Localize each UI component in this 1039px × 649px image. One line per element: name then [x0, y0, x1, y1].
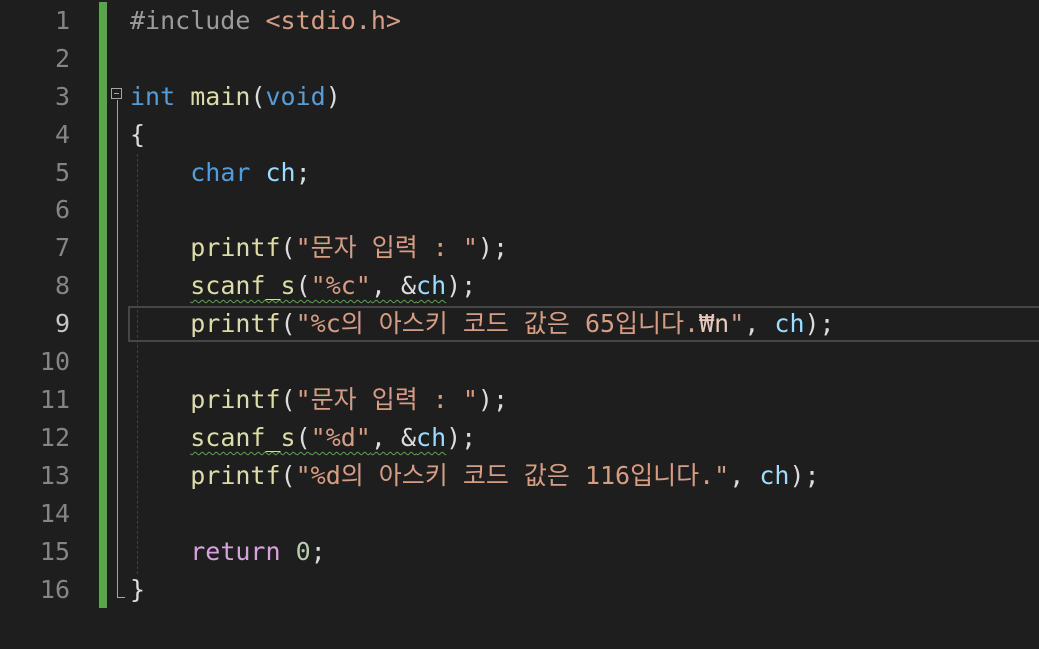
code-line[interactable]: printf("문자 입력 : ");	[130, 229, 508, 267]
code-line[interactable]: int main(void)	[130, 78, 341, 116]
string-literal: "	[729, 309, 745, 338]
punctuation: );	[477, 233, 509, 262]
function-call: printf	[190, 309, 281, 338]
include-header: <stdio.h>	[265, 6, 401, 35]
string-literal: "%d"	[310, 423, 371, 452]
punctuation: ;	[295, 158, 311, 187]
line-number: 8	[54, 271, 70, 300]
punctuation: (	[280, 309, 296, 338]
line-number: 15	[39, 537, 70, 566]
function-call: printf	[190, 385, 281, 414]
punctuation: )	[325, 82, 341, 111]
keyword: void	[265, 82, 326, 111]
punctuation: , &	[370, 271, 417, 300]
warning-squiggle[interactable]: scanf_s("%c", &ch	[190, 271, 446, 300]
code-line[interactable]: char ch;	[130, 154, 311, 192]
indent-guide	[137, 154, 138, 574]
variable: ch	[759, 461, 790, 490]
code-editor[interactable]: 1 2 3 4 5 6 7 8 9 10 11 12 13 14 15 16 #…	[0, 0, 1039, 649]
string-literal: "문자 입력 : "	[295, 233, 478, 262]
line-number: 11	[39, 385, 70, 414]
function-name: main	[190, 82, 251, 111]
punctuation: );	[789, 461, 820, 490]
string-literal: "%c"	[310, 271, 371, 300]
keyword: return	[190, 537, 281, 566]
punctuation: );	[477, 385, 509, 414]
punctuation: , &	[370, 423, 417, 452]
line-number: 14	[39, 499, 70, 528]
function-call: printf	[190, 233, 281, 262]
function-call: printf	[190, 461, 281, 490]
function-call: scanf_s	[190, 271, 296, 300]
punctuation: (	[280, 233, 296, 262]
punctuation: (	[295, 423, 311, 452]
preprocessor-directive: #include	[130, 6, 251, 35]
code-line[interactable]: printf("문자 입력 : ");	[130, 381, 508, 419]
change-tracking-bar	[99, 2, 107, 608]
keyword: char	[190, 158, 251, 187]
punctuation: (	[280, 461, 296, 490]
collapse-toggle-icon[interactable]	[111, 88, 122, 99]
line-number: 1	[54, 6, 70, 35]
keyword: int	[130, 82, 176, 111]
line-number: 5	[54, 158, 70, 187]
line-number: 12	[39, 423, 70, 452]
line-number: 10	[39, 347, 70, 376]
line-number: 7	[54, 233, 70, 262]
code-line[interactable]: scanf_s("%c", &ch);	[130, 267, 476, 305]
line-number: 16	[39, 575, 70, 604]
fold-region-end	[117, 597, 125, 598]
punctuation: );	[446, 271, 477, 300]
close-brace: }	[130, 575, 146, 604]
variable: ch	[416, 423, 447, 452]
number-literal: 0	[295, 537, 311, 566]
code-line[interactable]: #include <stdio.h>	[130, 2, 401, 40]
open-brace: {	[130, 120, 146, 149]
code-line[interactable]: printf("%d의 아스키 코드 값은 116입니다.", ch);	[130, 457, 820, 495]
function-call: scanf_s	[190, 423, 296, 452]
variable: ch	[265, 158, 296, 187]
variable: ch	[416, 271, 447, 300]
punctuation: (	[250, 82, 266, 111]
punctuation: );	[804, 309, 835, 338]
code-line[interactable]: {	[130, 116, 145, 154]
string-literal: "%d의 아스키 코드 값은 116입니다."	[295, 461, 730, 490]
punctuation: );	[446, 423, 477, 452]
string-literal: "%c의 아스키 코드 값은 65입니다.	[295, 309, 700, 338]
line-number-active: 9	[54, 309, 70, 338]
warning-squiggle[interactable]: scanf_s("%d", &ch	[190, 423, 446, 452]
escape-sequence: ₩n	[699, 309, 730, 338]
punctuation: (	[295, 271, 311, 300]
line-number: 6	[54, 195, 70, 224]
punctuation: ;	[310, 537, 326, 566]
code-line[interactable]: return 0;	[130, 533, 326, 571]
line-number: 13	[39, 461, 70, 490]
line-number: 3	[54, 82, 70, 111]
string-literal: "문자 입력 : "	[295, 385, 478, 414]
fold-region-line	[117, 100, 118, 598]
punctuation: ,	[729, 461, 760, 490]
variable: ch	[774, 309, 805, 338]
code-line-active[interactable]: printf("%c의 아스키 코드 값은 65입니다.₩n", ch);	[130, 305, 835, 343]
punctuation: ,	[744, 309, 775, 338]
line-number: 2	[54, 44, 70, 73]
line-number: 4	[54, 120, 70, 149]
code-line[interactable]: }	[130, 571, 145, 609]
punctuation: (	[280, 385, 296, 414]
code-line[interactable]: scanf_s("%d", &ch);	[130, 419, 476, 457]
